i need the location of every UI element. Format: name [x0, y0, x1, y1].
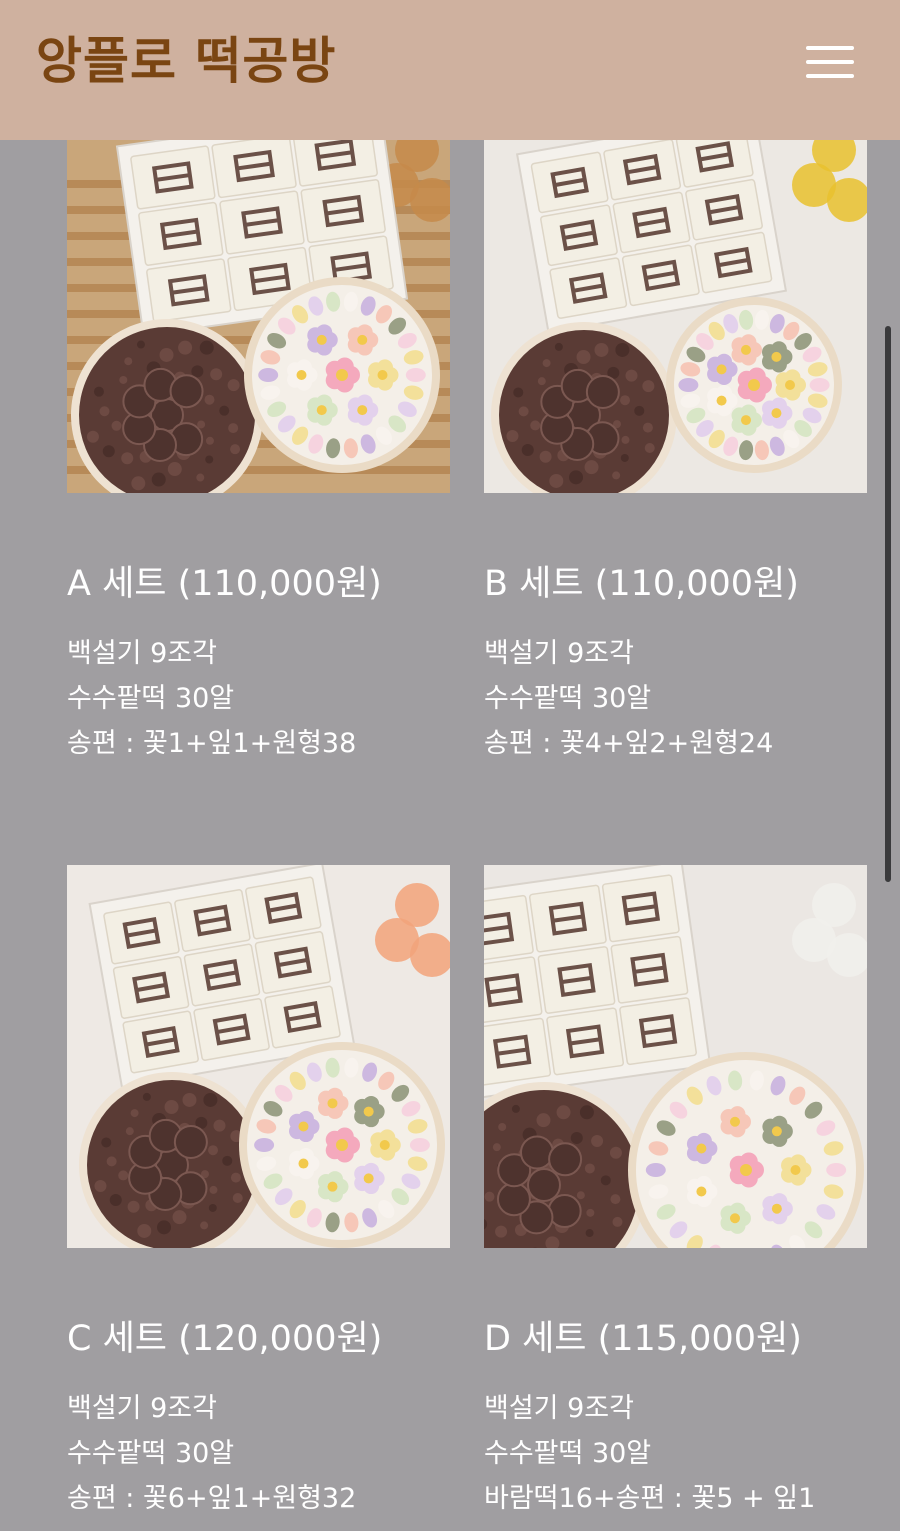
- scrollbar[interactable]: [885, 326, 891, 882]
- product-title: A 세트 (110,000원): [67, 564, 382, 604]
- product-line: 백설기 9조각: [484, 1393, 634, 1424]
- menu-bar: [806, 60, 854, 64]
- product-line: 송편 : 꽃1+잎1+원형38: [67, 728, 357, 759]
- product-title: B 세트 (110,000원): [484, 564, 799, 604]
- product-line: 백설기 9조각: [484, 638, 634, 669]
- product-photo-illustration: [484, 110, 867, 493]
- product-photo-b[interactable]: [484, 110, 867, 493]
- brand-logo[interactable]: 앙플로 떡공방: [36, 30, 336, 92]
- site-header: 앙플로 떡공방: [0, 0, 900, 140]
- product-photo-illustration: [67, 865, 450, 1248]
- hamburger-menu-icon[interactable]: [800, 40, 860, 84]
- product-line: 바람떡16+송편 : 꽃5 + 잎1: [484, 1483, 816, 1514]
- product-photo-a[interactable]: [67, 110, 450, 493]
- menu-bar: [806, 74, 854, 78]
- product-line: 송편 : 꽃6+잎1+원형32: [67, 1483, 357, 1514]
- product-line: 수수팥떡 30알: [484, 1438, 652, 1469]
- menu-bar: [806, 46, 854, 50]
- product-line: 송편 : 꽃4+잎2+원형24: [484, 728, 774, 759]
- product-line: 수수팥떡 30알: [484, 683, 652, 714]
- product-photo-c[interactable]: [67, 865, 450, 1248]
- product-line: 백설기 9조각: [67, 1393, 217, 1424]
- product-title: D 세트 (115,000원): [484, 1319, 802, 1359]
- product-line: 수수팥떡 30알: [67, 683, 235, 714]
- product-line: 백설기 9조각: [67, 638, 217, 669]
- product-line: 수수팥떡 30알: [67, 1438, 235, 1469]
- product-photo-d[interactable]: [484, 865, 867, 1248]
- product-grid: A 세트 (110,000원) 백설기 9조각 수수팥떡 30알 송편 : 꽃1…: [0, 0, 900, 1531]
- product-photo-illustration: [67, 110, 450, 493]
- product-title: C 세트 (120,000원): [67, 1319, 383, 1359]
- product-photo-illustration: [484, 865, 867, 1248]
